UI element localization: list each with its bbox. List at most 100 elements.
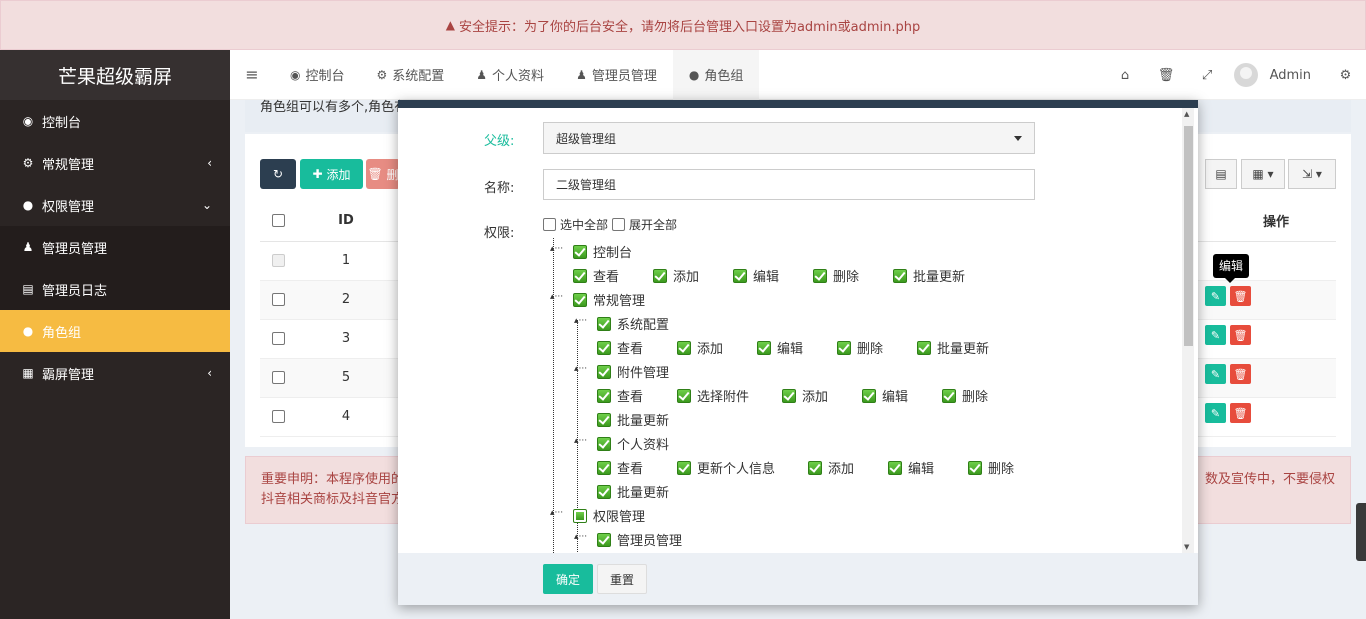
add-button[interactable]: ✚ 添加 <box>300 159 363 189</box>
tree-leaf[interactable]: 批量更新 <box>597 410 669 429</box>
columns-button[interactable]: ▦ ▾ <box>1241 159 1285 189</box>
app-logo[interactable]: 芒果超级霸屏 <box>0 50 230 100</box>
name-input[interactable]: 二级管理组 <box>543 169 1035 200</box>
edit-button[interactable]: ✎ <box>1205 286 1226 306</box>
tree-leaf[interactable]: 批量更新 <box>597 482 669 501</box>
user-menu[interactable]: Admin <box>1228 63 1325 87</box>
sidebar-item-dashboard[interactable]: ◉ 控制台 <box>0 100 230 142</box>
tree-leaf-label: 编辑 <box>753 270 780 285</box>
sidebar-item-auth[interactable]: ● 权限管理 ⌄ <box>0 184 230 226</box>
tree-leaf[interactable]: 查看 <box>597 386 643 405</box>
tree-leaf[interactable]: 更新个人信息 <box>677 458 775 477</box>
sidebar-item-label: 控制台 <box>42 115 82 131</box>
tree-node-sysconfig[interactable]: 系统配置 <box>597 314 669 333</box>
fullscreen-icon[interactable]: ⤢ <box>1187 68 1228 83</box>
tree-leaf[interactable]: 批量更新 <box>893 266 965 285</box>
export-button[interactable]: ⇲ ▾ <box>1288 159 1336 189</box>
tab-label: 个人资料 <box>492 69 545 84</box>
tree-leaf[interactable]: 选择附件 <box>677 386 749 405</box>
tree-leaf[interactable]: 查看 <box>597 458 643 477</box>
select-all-header[interactable] <box>260 200 296 242</box>
confirm-button[interactable]: 确定 <box>543 564 593 594</box>
checked-icon <box>597 436 611 451</box>
scroll-down-icon[interactable]: ▼ <box>1184 543 1189 551</box>
tab-dashboard[interactable]: ◉ 控制台 <box>274 50 361 100</box>
tree-toggle-icon[interactable]: ▴··· <box>574 436 587 446</box>
side-widget[interactable] <box>1356 503 1366 561</box>
tree-node-dashboard[interactable]: 控制台 <box>573 242 632 261</box>
delete-row-button[interactable]: 🗑 <box>1230 286 1251 306</box>
expand-all-toggle[interactable]: 展开全部 <box>612 216 677 233</box>
row-checkbox[interactable] <box>271 410 285 423</box>
reset-button[interactable]: 重置 <box>597 564 647 594</box>
tree-leaf[interactable]: 删除 <box>968 458 1014 477</box>
tab-profile[interactable]: ♟ 个人资料 <box>460 50 560 100</box>
select-all-checkbox[interactable] <box>271 213 285 227</box>
modal-title-bar[interactable] <box>398 100 1198 108</box>
row-checkbox[interactable] <box>271 293 285 306</box>
scrollbar-thumb[interactable] <box>1184 126 1193 346</box>
toggle-view-button[interactable]: ▤ <box>1205 159 1237 189</box>
id-header[interactable]: ID <box>296 200 396 242</box>
select-all-checkbox[interactable] <box>543 218 556 231</box>
tree-leaf[interactable]: 添加 <box>782 386 828 405</box>
tree-node-auth[interactable]: 权限管理 <box>573 506 645 525</box>
tree-leaf[interactable]: 编辑 <box>757 338 803 357</box>
tree-node-profile[interactable]: 个人资料 <box>597 434 669 453</box>
expand-all-checkbox[interactable] <box>612 218 625 231</box>
tree-toggle-icon[interactable]: ▴··· <box>550 244 563 254</box>
name-label: 名称: <box>484 181 515 196</box>
sidebar-item-general[interactable]: ⚙ 常规管理 ‹ <box>0 142 230 184</box>
row-checkbox[interactable] <box>271 371 285 384</box>
refresh-button[interactable]: ↻ <box>260 159 296 189</box>
sidebar-item-screen[interactable]: ▦ 霸屏管理 ‹ <box>0 352 230 394</box>
tree-leaf-label: 删除 <box>962 390 989 405</box>
delete-button[interactable]: 🗑 删 <box>366 159 400 189</box>
tree-toggle-icon[interactable]: ▴··· <box>550 508 563 518</box>
tab-group[interactable]: ● 角色组 <box>672 49 760 100</box>
modal-scrollbar[interactable]: ▲ ▼ <box>1182 108 1194 553</box>
delete-row-button[interactable]: 🗑 <box>1230 403 1251 423</box>
tree-leaf[interactable]: 添加 <box>653 266 699 285</box>
tree-leaf[interactable]: 添加 <box>677 338 723 357</box>
home-icon[interactable]: ⌂ <box>1105 68 1146 83</box>
tree-node-attachment[interactable]: 附件管理 <box>597 362 669 381</box>
tab-admin[interactable]: ♟ 管理员管理 <box>560 50 673 100</box>
row-checkbox[interactable] <box>271 332 285 345</box>
tree-leaf[interactable]: 批量更新 <box>917 338 989 357</box>
tree-leaf[interactable]: 编辑 <box>733 266 779 285</box>
tree-leaf[interactable]: 编辑 <box>862 386 908 405</box>
cogs-icon[interactable]: ⚙ <box>1325 68 1366 83</box>
delete-row-button[interactable]: 🗑 <box>1230 364 1251 384</box>
trash-icon[interactable]: 🗑 <box>1146 68 1187 83</box>
menu-toggle-icon[interactable]: ≡ <box>230 65 274 84</box>
edit-button[interactable]: ✎ <box>1205 364 1226 384</box>
trash-icon: 🗑 <box>367 167 383 181</box>
tree-leaf[interactable]: 查看 <box>573 266 619 285</box>
sidebar-item-admin[interactable]: ♟ 管理员管理 <box>0 226 230 268</box>
scroll-up-icon[interactable]: ▲ <box>1184 110 1189 118</box>
tree-leaf[interactable]: 删除 <box>837 338 883 357</box>
sidebar-item-group[interactable]: ● 角色组 <box>0 310 230 352</box>
checked-icon <box>597 340 611 355</box>
tree-node-admin[interactable]: 管理员管理 <box>597 530 682 549</box>
tree-leaf[interactable]: 添加 <box>808 458 854 477</box>
tree-toggle-icon[interactable]: ▴··· <box>574 316 587 326</box>
sidebar-item-adminlog[interactable]: ▤ 管理员日志 <box>0 268 230 310</box>
tree-toggle-icon[interactable]: ▴··· <box>574 364 587 374</box>
delete-row-button[interactable]: 🗑 <box>1230 325 1251 345</box>
tree-leaf-label: 查看 <box>617 342 644 357</box>
select-all-toggle[interactable]: 选中全部 <box>543 216 608 233</box>
tree-node-general[interactable]: 常规管理 <box>573 290 645 309</box>
tree-leaf[interactable]: 删除 <box>813 266 859 285</box>
tree-leaf[interactable]: 查看 <box>597 338 643 357</box>
edit-button[interactable]: ✎ <box>1205 403 1226 423</box>
tab-sysconfig[interactable]: ⚙ 系统配置 <box>361 50 461 100</box>
tree-toggle-icon[interactable]: ▴··· <box>574 532 587 542</box>
row-checkbox <box>271 254 285 267</box>
tree-leaf[interactable]: 删除 <box>942 386 988 405</box>
edit-button[interactable]: ✎ <box>1205 325 1226 345</box>
tree-leaf[interactable]: 编辑 <box>888 458 934 477</box>
tree-toggle-icon[interactable]: ▴··· <box>550 292 563 302</box>
parent-select[interactable]: 超级管理组 <box>543 122 1035 154</box>
